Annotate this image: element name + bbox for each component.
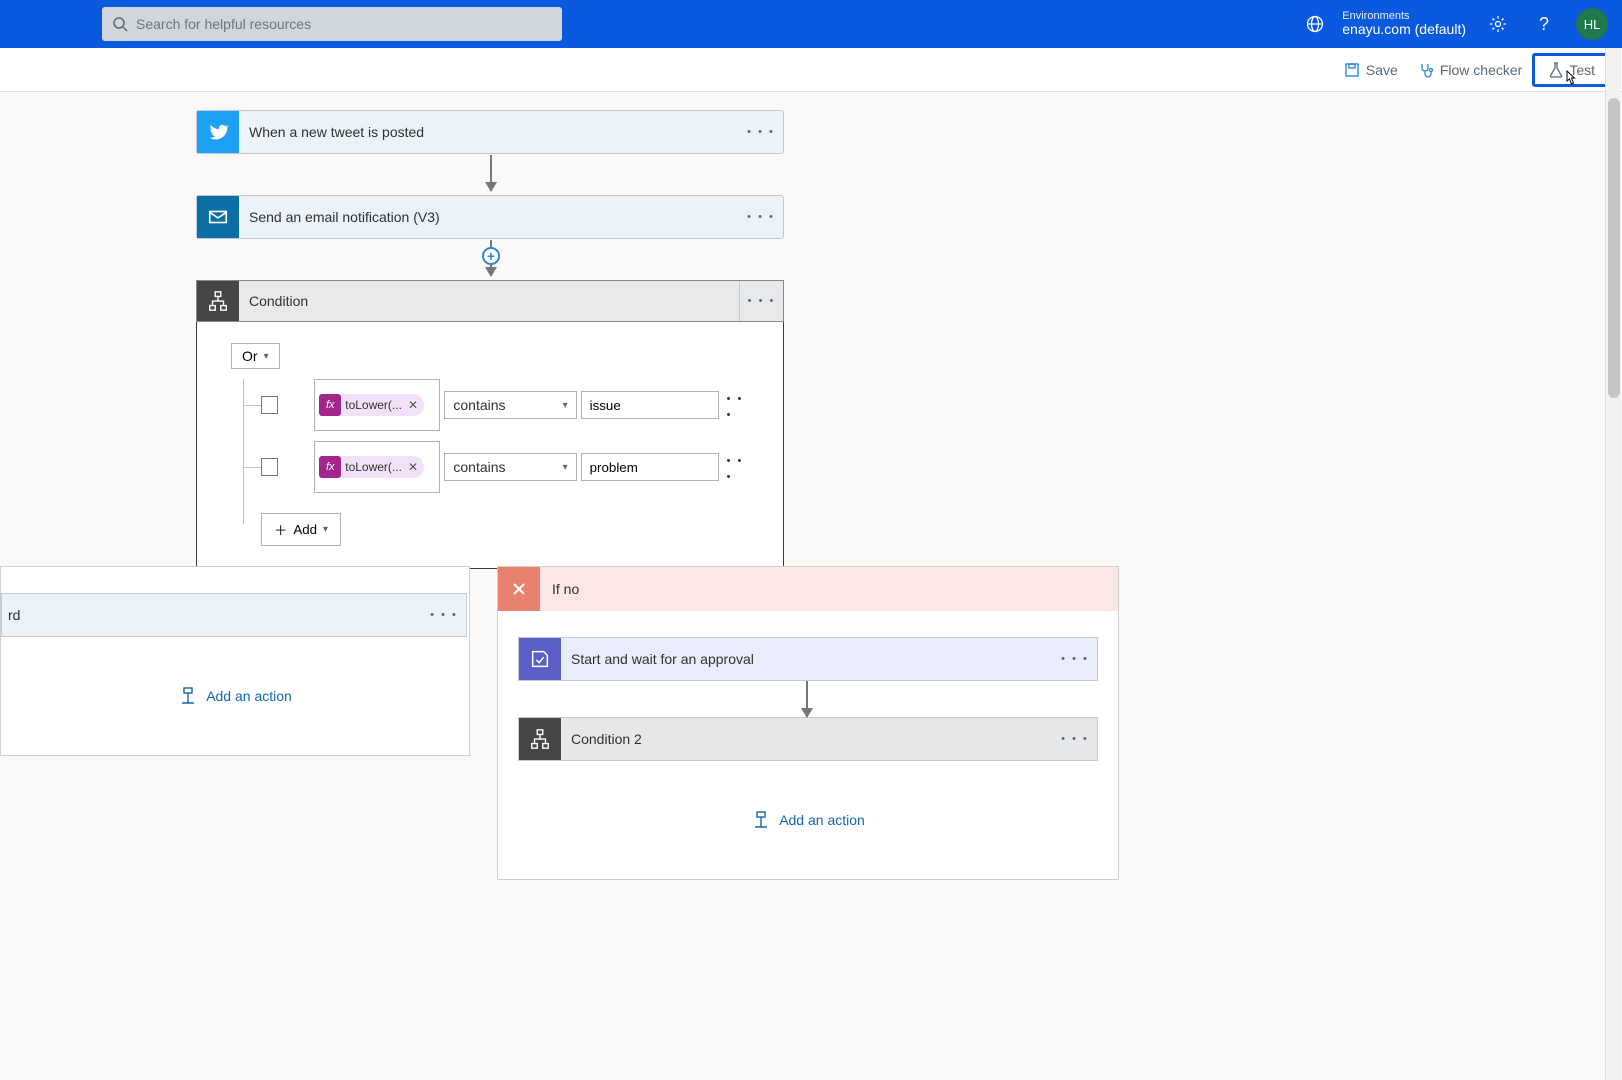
if-no-label: If no — [552, 581, 579, 597]
connector-arrow — [490, 155, 492, 191]
condition-icon — [519, 718, 561, 760]
email-menu[interactable] — [739, 196, 783, 238]
row-checkbox[interactable] — [261, 458, 278, 476]
command-bar: Save Flow checker Test — [0, 48, 1622, 92]
twitter-icon — [197, 111, 239, 153]
expression-token[interactable]: fx toLower(... ✕ — [319, 394, 424, 416]
condition-card: Condition Or ▾ fx toLower(... ✕ — [196, 280, 784, 569]
approval-icon — [519, 638, 561, 680]
row-menu[interactable] — [727, 389, 753, 421]
chevron-down-icon: ▾ — [323, 524, 328, 535]
vertical-scrollbar[interactable] — [1605, 48, 1621, 1080]
condition2-menu[interactable] — [1053, 718, 1097, 760]
expression-token[interactable]: fx toLower(... ✕ — [319, 456, 424, 478]
condition-value-input[interactable] — [581, 453, 719, 481]
condition-operator[interactable]: contains ▾ — [444, 453, 576, 481]
fx-icon: fx — [319, 394, 341, 416]
approval-menu[interactable] — [1053, 638, 1097, 680]
flow-checker-label: Flow checker — [1440, 62, 1522, 78]
save-icon — [1344, 62, 1360, 78]
yes-card-menu[interactable] — [422, 594, 466, 636]
condition-menu[interactable] — [739, 281, 783, 321]
email-card[interactable]: Send an email notification (V3) — [196, 195, 784, 239]
trigger-card[interactable]: When a new tweet is posted — [196, 110, 784, 154]
add-label: Add — [293, 522, 317, 537]
flow-canvas: When a new tweet is posted Send an email… — [0, 92, 1622, 1080]
remove-token-icon[interactable]: ✕ — [408, 460, 418, 474]
add-action-label: Add an action — [779, 812, 865, 828]
chevron-down-icon: ▾ — [563, 462, 568, 473]
condition-header[interactable]: Condition — [196, 280, 784, 322]
expression-text: toLower(... — [345, 398, 402, 412]
condition2-card[interactable]: Condition 2 — [518, 717, 1098, 761]
condition-operand-left[interactable]: fx toLower(... ✕ — [314, 379, 440, 431]
save-label: Save — [1366, 62, 1398, 78]
condition-group-operator[interactable]: Or ▾ — [231, 343, 280, 369]
fx-icon: fx — [319, 456, 341, 478]
stethoscope-icon — [1418, 62, 1434, 78]
row-checkbox[interactable] — [261, 396, 278, 414]
if-no-branch: If no Start and wait for an approval Con… — [497, 566, 1119, 880]
condition-operator[interactable]: contains ▾ — [444, 391, 576, 419]
top-navbar: Environments enayu.com (default) ? HL — [0, 0, 1622, 48]
operator-label: contains — [453, 397, 505, 413]
chevron-down-icon: ▾ — [563, 400, 568, 411]
approval-title: Start and wait for an approval — [561, 638, 1053, 680]
condition-value-input[interactable] — [581, 391, 719, 419]
condition-row: fx toLower(... ✕ contains ▾ — [231, 379, 753, 431]
email-title: Send an email notification (V3) — [239, 196, 739, 238]
connector-arrow-branch — [806, 681, 808, 717]
add-action-yes[interactable]: Add an action — [19, 687, 451, 705]
environment-icon[interactable] — [1306, 15, 1324, 33]
plus-icon: ＋ — [274, 520, 287, 539]
environment-selector[interactable]: Environments enayu.com (default) — [1342, 10, 1466, 37]
add-action-icon — [751, 811, 771, 829]
x-icon — [498, 567, 540, 611]
if-yes-branch: rd Add an action — [0, 566, 470, 756]
settings-button[interactable] — [1484, 10, 1512, 38]
trigger-title: When a new tweet is posted — [239, 111, 739, 153]
trigger-menu[interactable] — [739, 111, 783, 153]
help-icon: ? — [1539, 14, 1549, 35]
operator-label: contains — [453, 459, 505, 475]
condition2-title: Condition 2 — [561, 718, 1053, 760]
yes-action-card[interactable]: rd — [1, 593, 467, 637]
expression-text: toLower(... — [345, 460, 402, 474]
search-icon — [112, 16, 128, 32]
row-menu[interactable] — [727, 451, 753, 483]
group-operator-label: Or — [242, 348, 258, 364]
condition-icon — [197, 281, 239, 321]
yes-card-title: rd — [2, 594, 422, 636]
help-button[interactable]: ? — [1530, 10, 1558, 38]
environment-value: enayu.com (default) — [1342, 22, 1466, 37]
condition-row: fx toLower(... ✕ contains ▾ — [231, 441, 753, 493]
user-avatar[interactable]: HL — [1576, 8, 1608, 40]
chevron-down-icon: ▾ — [264, 351, 269, 362]
add-action-no[interactable]: Add an action — [516, 811, 1100, 829]
mail-icon — [197, 196, 239, 238]
cursor-pointer-icon — [1561, 70, 1577, 88]
add-action-label: Add an action — [206, 688, 292, 704]
condition-title: Condition — [239, 281, 739, 321]
global-search[interactable] — [102, 7, 562, 41]
save-button[interactable]: Save — [1334, 56, 1408, 84]
remove-token-icon[interactable]: ✕ — [408, 398, 418, 412]
environment-label: Environments — [1342, 10, 1466, 22]
insert-step-button[interactable]: + — [482, 247, 500, 265]
search-input[interactable] — [136, 16, 552, 32]
condition-operand-left[interactable]: fx toLower(... ✕ — [314, 441, 440, 493]
test-button[interactable]: Test — [1532, 53, 1612, 87]
gear-icon — [1489, 15, 1507, 33]
add-condition-button[interactable]: ＋ Add ▾ — [261, 513, 341, 546]
flow-checker-button[interactable]: Flow checker — [1408, 56, 1532, 84]
if-no-header: If no — [498, 567, 1118, 611]
add-action-icon — [178, 687, 198, 705]
scrollbar-thumb[interactable] — [1608, 98, 1620, 398]
approval-card[interactable]: Start and wait for an approval — [518, 637, 1098, 681]
